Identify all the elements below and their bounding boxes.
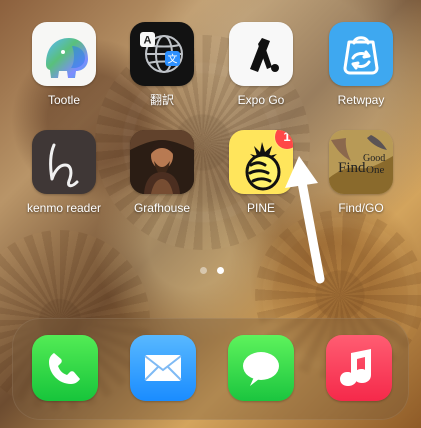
dock bbox=[12, 318, 409, 420]
svg-text:Good: Good bbox=[363, 153, 385, 164]
mail-icon bbox=[144, 355, 182, 381]
app-find-go[interactable]: Find Good One Find/GO bbox=[311, 130, 411, 215]
home-screen: Tootle A 文 翻訳 Expo Go Retwpay kenmo read… bbox=[0, 0, 421, 428]
messages-app[interactable] bbox=[228, 335, 294, 401]
tootle-app-icon[interactable] bbox=[32, 22, 96, 86]
translate-label: 翻訳 bbox=[149, 93, 174, 107]
kenmo-reader-label: kenmo reader bbox=[26, 201, 102, 215]
elephant-icon bbox=[46, 38, 88, 78]
phone-app[interactable] bbox=[32, 335, 98, 401]
find-go-app-icon[interactable]: Find Good One bbox=[329, 130, 393, 194]
expo-go-icon bbox=[250, 38, 279, 72]
page-indicator bbox=[200, 267, 230, 277]
translate-app-icon[interactable]: A 文 bbox=[130, 22, 194, 86]
app-translate[interactable]: A 文 翻訳 bbox=[112, 22, 212, 107]
mail-app[interactable] bbox=[130, 335, 196, 401]
pine-label: PINE bbox=[246, 201, 275, 215]
svg-text:A: A bbox=[144, 35, 152, 47]
messages-icon bbox=[243, 352, 279, 386]
phone-icon bbox=[49, 353, 80, 384]
svg-text:文: 文 bbox=[168, 53, 178, 66]
app-grafhouse[interactable]: Grafhouse bbox=[112, 130, 212, 215]
app-pine[interactable]: 1 PINE bbox=[211, 130, 311, 215]
kenmo-reader-app-icon[interactable] bbox=[32, 130, 96, 194]
app-expo-go[interactable]: Expo Go bbox=[211, 22, 311, 107]
page-dot-1 bbox=[200, 267, 207, 274]
page-dot-2-active bbox=[217, 267, 224, 274]
handwriting-h-icon bbox=[49, 143, 79, 188]
retwpay-label: Retwpay bbox=[337, 93, 385, 107]
grafhouse-label: Grafhouse bbox=[133, 201, 191, 215]
app-retwpay[interactable]: Retwpay bbox=[311, 22, 411, 107]
pine-app-icon[interactable]: 1 bbox=[229, 130, 293, 194]
grafhouse-app-icon[interactable] bbox=[130, 130, 194, 194]
music-note-icon bbox=[340, 349, 371, 386]
music-app[interactable] bbox=[326, 335, 392, 401]
retwpay-app-icon[interactable] bbox=[329, 22, 393, 86]
expo-go-app-icon[interactable] bbox=[229, 22, 293, 86]
expo-go-label: Expo Go bbox=[237, 93, 285, 107]
app-kenmo-reader[interactable]: kenmo reader bbox=[14, 130, 114, 215]
shopping-bag-icon bbox=[343, 36, 379, 75]
svg-text:One: One bbox=[366, 164, 384, 176]
portrait-icon bbox=[130, 130, 194, 194]
tootle-label: Tootle bbox=[47, 93, 81, 107]
find-good-one-icon: Find Good One bbox=[329, 130, 393, 194]
translate-globe-icon: A 文 bbox=[140, 32, 183, 73]
find-go-label: Find/GO bbox=[338, 201, 384, 215]
svg-text:Find: Find bbox=[338, 160, 366, 176]
app-tootle[interactable]: Tootle bbox=[14, 22, 114, 107]
